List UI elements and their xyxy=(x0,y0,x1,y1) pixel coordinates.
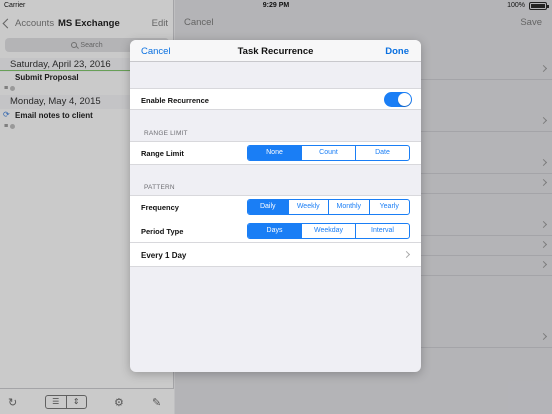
range-option-none[interactable]: None xyxy=(248,146,301,160)
pattern-group-title: PATTERN xyxy=(144,184,175,191)
pattern-rows: Frequency Daily Weekly Monthly Yearly Pe… xyxy=(130,195,421,243)
every-interval-label: Every 1 Day xyxy=(141,251,187,260)
range-limit-segmented-control: None Count Date xyxy=(247,145,410,161)
frequency-option-yearly[interactable]: Yearly xyxy=(368,200,410,214)
frequency-option-monthly[interactable]: Monthly xyxy=(328,200,369,214)
range-limit-row: Range Limit None Count Date xyxy=(130,141,421,165)
battery-percent: 100% xyxy=(507,2,525,9)
frequency-segmented-control: Daily Weekly Monthly Yearly xyxy=(247,199,410,215)
status-bar: Carrier 9:29 PM 100% xyxy=(0,0,552,11)
range-limit-label: Range Limit xyxy=(141,149,184,158)
dialog-header: Cancel Task Recurrence Done xyxy=(130,40,421,62)
period-type-segmented-control: Days Weekday Interval xyxy=(247,223,410,239)
chevron-right-icon xyxy=(402,250,411,259)
period-option-weekday[interactable]: Weekday xyxy=(301,224,355,238)
clock: 9:29 PM xyxy=(262,2,290,9)
frequency-option-weekly[interactable]: Weekly xyxy=(287,200,329,214)
range-option-date[interactable]: Date xyxy=(355,146,409,160)
frequency-label: Frequency xyxy=(141,203,179,212)
enable-recurrence-row: Enable Recurrence xyxy=(130,88,421,110)
frequency-option-daily[interactable]: Daily xyxy=(248,200,288,214)
every-interval-row[interactable]: Every 1 Day xyxy=(130,243,421,267)
enable-recurrence-label: Enable Recurrence xyxy=(141,96,209,105)
period-option-interval[interactable]: Interval xyxy=(355,224,409,238)
period-type-label: Period Type xyxy=(141,227,184,236)
task-recurrence-dialog: Cancel Task Recurrence Done Enable Recur… xyxy=(130,40,421,372)
range-limit-group-title: RANGE LIMIT xyxy=(144,130,188,137)
battery-icon xyxy=(529,2,549,10)
dialog-title: Task Recurrence xyxy=(237,46,314,57)
dialog-done-button[interactable]: Done xyxy=(385,46,409,57)
period-option-days[interactable]: Days xyxy=(248,224,301,238)
enable-recurrence-toggle[interactable] xyxy=(384,92,412,107)
toggle-knob xyxy=(398,93,411,106)
range-option-count[interactable]: Count xyxy=(301,146,355,160)
